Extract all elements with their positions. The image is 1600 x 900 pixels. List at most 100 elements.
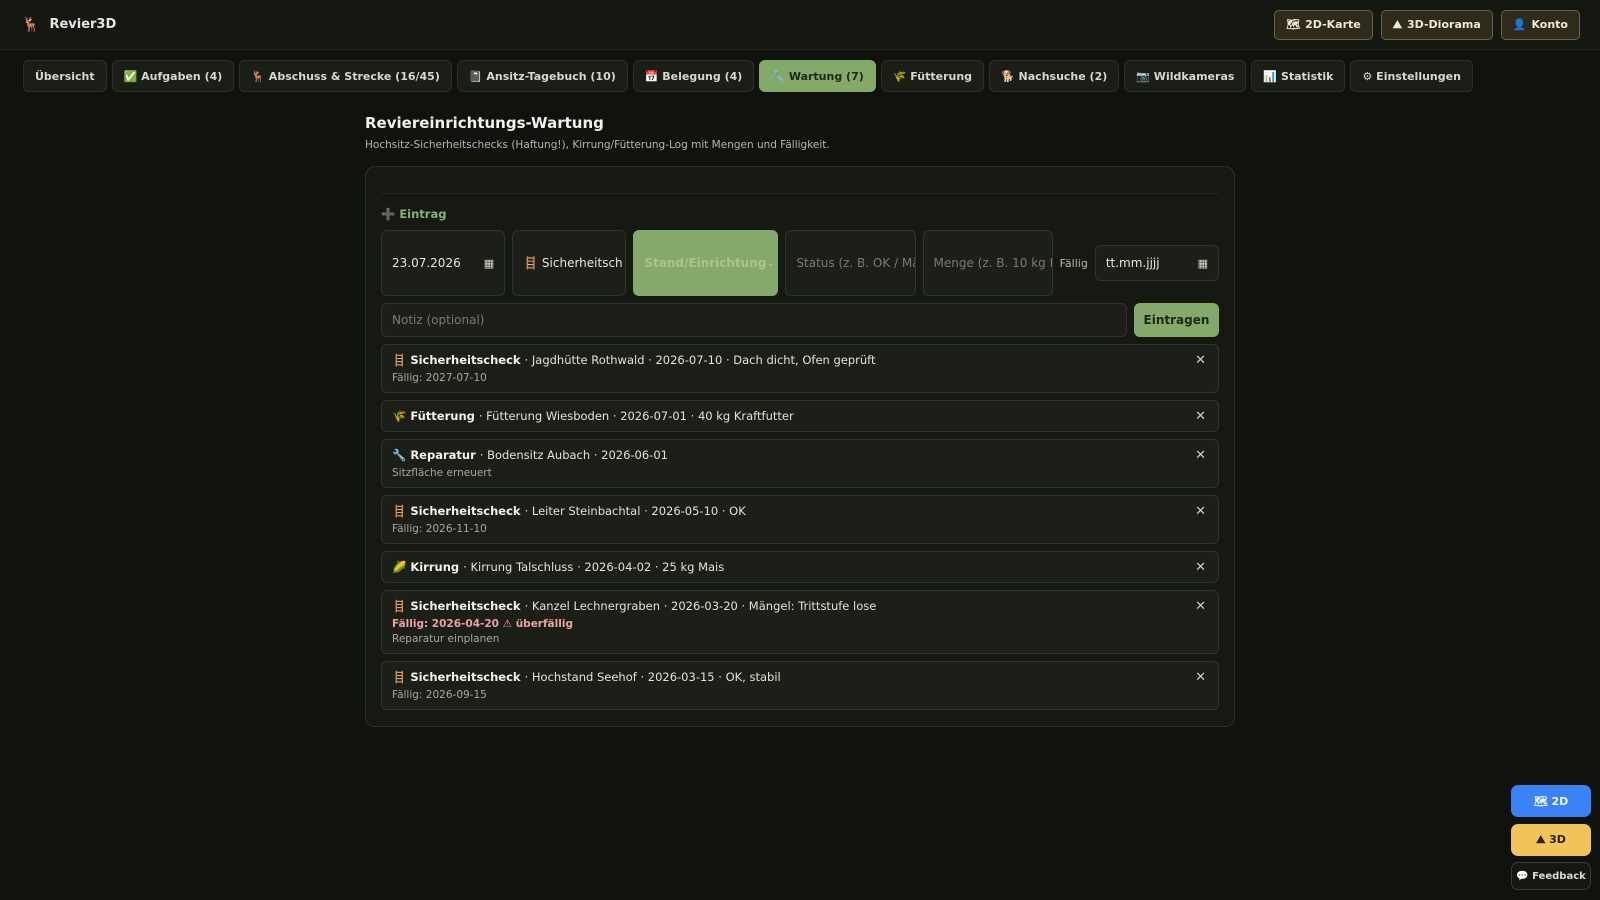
close-icon[interactable]: ✕ — [1195, 504, 1206, 519]
account-label: Konto — [1531, 18, 1568, 31]
page-subtitle: Hochsitz-Sicherheitschecks (Haftung!), K… — [365, 139, 830, 151]
close-icon[interactable]: ✕ — [1195, 409, 1206, 424]
close-icon[interactable]: ✕ — [1195, 448, 1206, 463]
tab-bar: Übersicht ✅ Aufgaben (4) 🦌 Abschuss & St… — [0, 50, 1600, 102]
entry-details: · Leiter Steinbachtal · 2026-05-10 · OK — [524, 504, 746, 518]
list-item: 🪜 Sicherheitscheck · Jagdhütte Rothwald … — [381, 344, 1219, 393]
stand-select[interactable]: Stand/Einrichtung ⌄ — [633, 230, 779, 296]
amount-input[interactable]: Menge (z. B. 10 kg M — [922, 230, 1053, 296]
entry-heading: ➕ Eintrag — [381, 207, 447, 221]
date-input[interactable]: 23.07.2026 ▦ — [381, 230, 506, 296]
close-icon[interactable]: ✕ — [1195, 599, 1206, 614]
list-item: 🌽 Kirrung · Kirrung Talschluss · 2026-04… — [381, 551, 1219, 583]
entry-type: Sicherheitscheck — [410, 670, 521, 684]
entry-line: 🌽 Kirrung · Kirrung Talschluss · 2026-04… — [392, 560, 1208, 574]
tab-settings[interactable]: ⚙ Einstellungen — [1350, 60, 1473, 92]
wrench-icon: 🔧 — [392, 448, 407, 462]
entry-line: 🪜 Sicherheitscheck · Hochstand Seehof · … — [392, 670, 1208, 684]
tab-maintenance[interactable]: 🔧 Wartung (7) — [759, 60, 876, 92]
status-placeholder: Status (z. B. OK / Mä — [796, 256, 916, 270]
view-3d-button[interactable]: ⛰ 3D — [1511, 824, 1591, 856]
mountain-icon: ⛰ — [1392, 17, 1402, 31]
app-title: Revier3D — [49, 17, 117, 32]
entry-line: 🌾 Fütterung · Fütterung Wiesboden · 2026… — [392, 409, 1208, 423]
entry-type: Sicherheitscheck — [410, 504, 521, 518]
top-bar: 🦌 Revier3D 🗺 2D-Karte ⛰ 3D-Diorama 👤 Kon… — [0, 0, 1600, 50]
submit-entry-button[interactable]: Eintragen — [1134, 303, 1219, 337]
view-2d-button[interactable]: 🗺 2D — [1511, 785, 1591, 817]
entry-line: 🪜 Sicherheitscheck · Kanzel Lechnergrabe… — [392, 599, 1208, 613]
entry-due: Fällig: 2027-07-10 — [392, 372, 487, 384]
entry-note: Reparatur einplanen — [392, 633, 500, 645]
ladder-icon: 🪜 — [392, 504, 407, 518]
entry-due: Fällig: 2026-09-15 — [392, 689, 487, 701]
type-value: 🪜 Sicherheitsch — [523, 256, 623, 270]
feedback-button[interactable]: 💬 Feedback — [1511, 862, 1591, 890]
list-item: 🔧 Reparatur · Bodensitz Aubach · 2026-06… — [381, 439, 1219, 488]
entry-type: Sicherheitscheck — [410, 353, 521, 367]
main-content: Reviereinrichtungs-Wartung Hochsitz-Sich… — [365, 114, 1235, 727]
due-label: Fällig — [1059, 256, 1088, 270]
ladder-icon: 🪜 — [392, 599, 407, 613]
entry-line: 🔧 Reparatur · Bodensitz Aubach · 2026-06… — [392, 448, 1208, 462]
close-icon[interactable]: ✕ — [1195, 353, 1206, 368]
close-icon[interactable]: ✕ — [1195, 670, 1206, 685]
close-icon[interactable]: ✕ — [1195, 560, 1206, 575]
page-title: Reviereinrichtungs-Wartung — [365, 114, 604, 132]
account-button[interactable]: 👤 Konto — [1500, 9, 1580, 40]
entry-line: 🪜 Sicherheitscheck · Jagdhütte Rothwald … — [392, 353, 1208, 367]
tab-tasks[interactable]: ✅ Aufgaben (4) — [111, 60, 235, 92]
entry-form-row: 23.07.2026 ▦ 🪜 Sicherheitsch ⌄ Stand/Ein… — [381, 230, 1219, 296]
ladder-icon: 🪜 — [392, 353, 407, 367]
status-input[interactable]: Status (z. B. OK / Mä — [785, 230, 916, 296]
map-2d-button[interactable]: 🗺 2D-Karte — [1274, 9, 1373, 40]
type-select[interactable]: 🪜 Sicherheitsch ⌄ — [512, 230, 627, 296]
list-item: 🪜 Sicherheitscheck · Leiter Steinbachtal… — [381, 495, 1219, 544]
wheat-icon: 🌾 — [392, 409, 407, 423]
calendar-icon[interactable]: ▦ — [484, 257, 494, 270]
list-item: 🪜 Sicherheitscheck · Kanzel Lechnergrabe… — [381, 590, 1219, 654]
calendar-icon[interactable]: ▦ — [1198, 257, 1208, 270]
list-item: 🌾 Fütterung · Fütterung Wiesboden · 2026… — [381, 400, 1219, 432]
amount-placeholder: Menge (z. B. 10 kg M — [933, 256, 1053, 270]
user-icon: 👤 — [1512, 18, 1527, 31]
tab-wildlife-cameras[interactable]: 📷 Wildkameras — [1124, 60, 1247, 92]
divider — [381, 193, 1219, 194]
entry-list: 🪜 Sicherheitscheck · Jagdhütte Rothwald … — [381, 344, 1219, 710]
top-actions: 🗺 2D-Karte ⛰ 3D-Diorama 👤 Konto — [1274, 9, 1580, 40]
diorama-3d-button[interactable]: ⛰ 3D-Diorama — [1380, 9, 1493, 40]
tab-hunt-diary[interactable]: 📓 Ansitz-Tagebuch (10) — [456, 60, 628, 92]
note-row: Notiz (optional) Eintragen — [381, 303, 1219, 337]
due-date-input[interactable]: tt.mm.jjjj ▦ — [1094, 245, 1219, 281]
entry-details: · Hochstand Seehof · 2026-03-15 · OK, st… — [524, 670, 781, 684]
stand-placeholder: Stand/Einrichtung — [644, 256, 767, 270]
tab-occupancy[interactable]: 📅 Belegung (4) — [632, 60, 755, 92]
entry-details: · Fütterung Wiesboden · 2026-07-01 · 40 … — [478, 409, 794, 423]
deer-logo-icon: 🦌 — [22, 16, 40, 33]
tab-tracking[interactable]: 🐕 Nachsuche (2) — [989, 60, 1120, 92]
tab-overview[interactable]: Übersicht — [23, 60, 107, 92]
date-value: 23.07.2026 — [392, 256, 461, 270]
tab-harvest[interactable]: 🦌 Abschuss & Strecke (16/45) — [239, 60, 452, 92]
entry-due: Fällig: 2026-11-10 — [392, 523, 487, 535]
entry-type: Reparatur — [410, 448, 476, 462]
map-icon: 🗺 — [1286, 18, 1301, 31]
entry-details: · Kirrung Talschluss · 2026-04-02 · 25 k… — [463, 560, 725, 574]
diorama-3d-label: 3D-Diorama — [1407, 18, 1481, 31]
entry-line: 🪜 Sicherheitscheck · Leiter Steinbachtal… — [392, 504, 1208, 518]
brand[interactable]: 🦌 Revier3D — [22, 17, 116, 33]
entry-note: Sitzfläche erneuert — [392, 467, 492, 479]
entry-type: Fütterung — [410, 409, 475, 423]
ladder-icon: 🪜 — [392, 670, 407, 684]
entry-type: Sicherheitscheck — [410, 599, 521, 613]
map-2d-label: 2D-Karte — [1305, 18, 1361, 31]
list-item: 🪜 Sicherheitscheck · Hochstand Seehof · … — [381, 661, 1219, 710]
tab-statistics[interactable]: 📊 Statistik — [1251, 60, 1346, 92]
chevron-down-icon: ⌄ — [623, 258, 626, 269]
entry-details: · Kanzel Lechnergraben · 2026-03-20 · Mä… — [524, 599, 877, 613]
note-input[interactable]: Notiz (optional) — [381, 303, 1127, 337]
entry-details: · Bodensitz Aubach · 2026-06-01 — [479, 448, 668, 462]
chevron-down-icon: ⌄ — [766, 257, 775, 269]
corn-icon: 🌽 — [392, 560, 407, 574]
tab-feeding[interactable]: 🌾 Fütterung — [880, 60, 985, 92]
